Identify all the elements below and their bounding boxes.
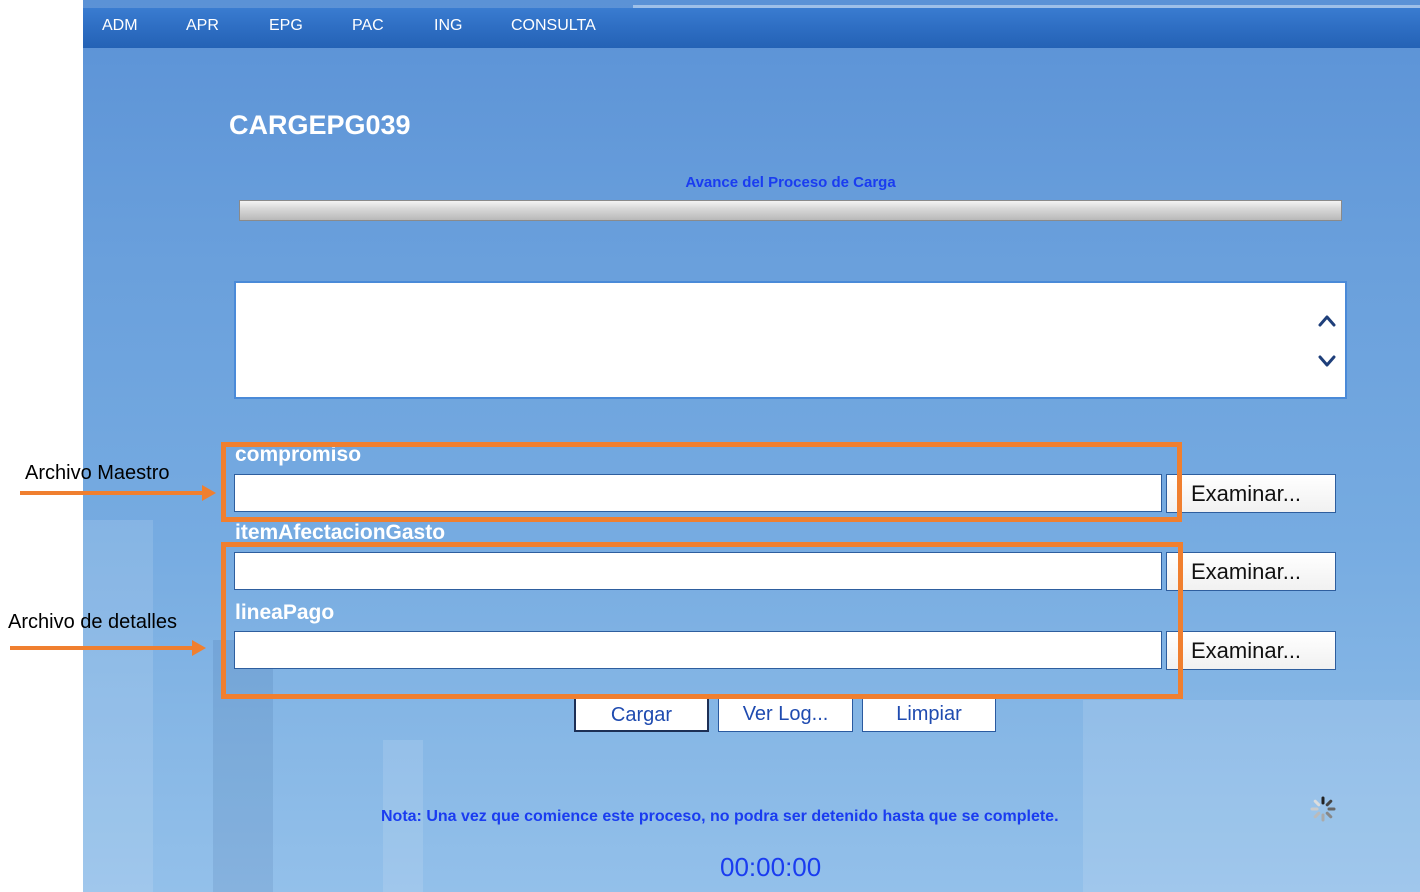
- elapsed-timer: 00:00:00: [720, 852, 822, 882]
- menu-item-pac[interactable]: PAC: [352, 17, 384, 35]
- background-decoration: [83, 520, 153, 892]
- scroll-up-icon[interactable]: [1317, 311, 1337, 331]
- menu-item-adm[interactable]: ADM: [102, 17, 138, 35]
- progress-bar: [239, 200, 1342, 221]
- background-decoration: [1083, 700, 1420, 892]
- compromiso-browse-button[interactable]: Examinar...: [1166, 474, 1336, 513]
- loading-spinner-icon: [1310, 796, 1336, 822]
- archivo-detalles-annotation: Archivo de detalles: [8, 611, 177, 633]
- page-title: CARGEPG039: [229, 110, 411, 140]
- menu-item-epg[interactable]: EPG: [269, 17, 303, 35]
- ver-log-button[interactable]: Ver Log...: [718, 696, 853, 732]
- limpiar-button[interactable]: Limpiar: [862, 696, 996, 732]
- linea-pago-browse-button[interactable]: Examinar...: [1166, 631, 1336, 670]
- menu-item-apr[interactable]: APR: [186, 17, 219, 35]
- progress-label: Avance del Proceso de Carga: [685, 174, 896, 191]
- archivo-maestro-annotation: Archivo Maestro: [25, 462, 170, 484]
- menu-item-ing[interactable]: ING: [434, 17, 462, 35]
- process-note: Nota: Una vez que comience este proceso,…: [381, 808, 1059, 825]
- menu-item-consulta[interactable]: CONSULTA: [511, 17, 596, 35]
- cargar-button[interactable]: Cargar: [574, 696, 709, 732]
- log-textarea[interactable]: [234, 281, 1347, 399]
- scroll-down-icon[interactable]: [1317, 351, 1337, 371]
- item-afectacion-gasto-browse-button[interactable]: Examinar...: [1166, 552, 1336, 591]
- arrow-right-icon: [20, 485, 216, 501]
- master-file-highlight: [221, 442, 1182, 522]
- detail-files-highlight: [221, 542, 1183, 699]
- menu-bar-top-line: [633, 5, 1420, 8]
- arrow-right-icon: [10, 640, 206, 656]
- menu-bar: ADM APR EPG PAC ING CONSULTA: [83, 5, 1420, 48]
